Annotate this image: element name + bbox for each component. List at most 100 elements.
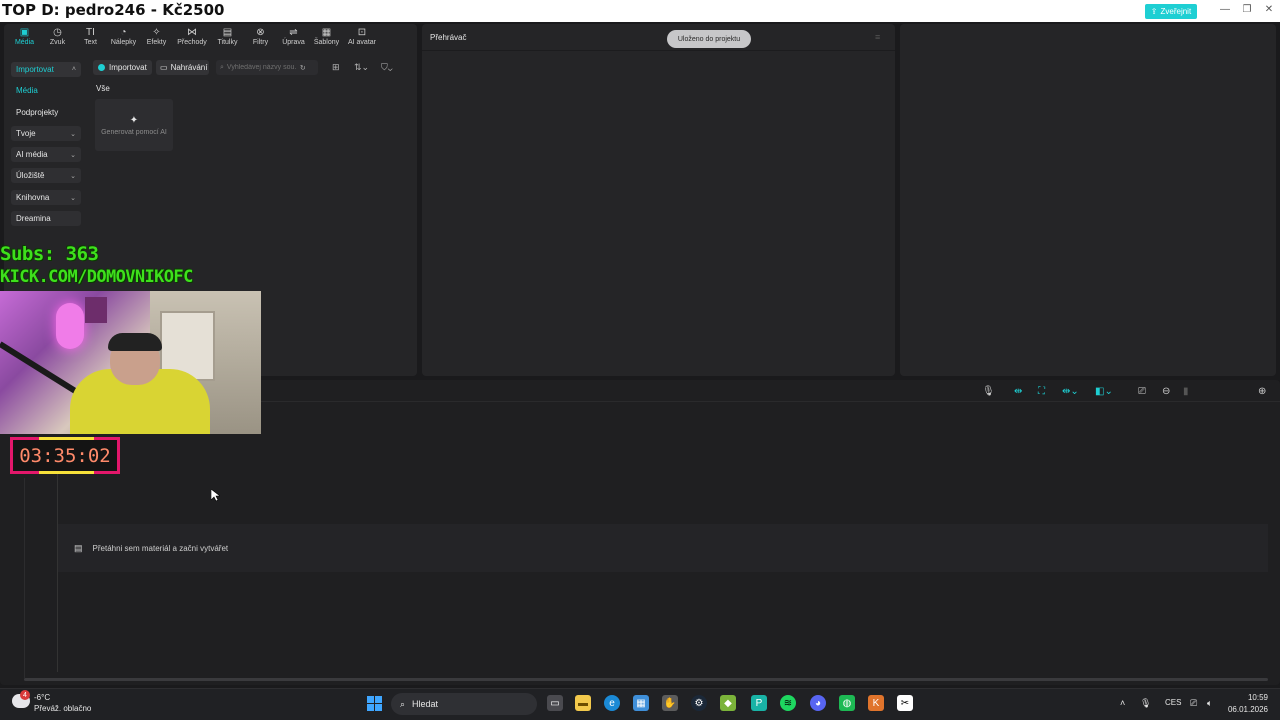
microphone-tray-icon[interactable]: 🎙︎ xyxy=(1140,698,1151,709)
search-icon: ⌕ xyxy=(220,63,224,71)
temperature-label: -6°C xyxy=(34,693,51,702)
tab-text[interactable]: TI Text xyxy=(74,27,107,51)
chevron-down-icon: ⌄ xyxy=(70,194,76,202)
snap-icon[interactable]: ⇹⌄ xyxy=(1062,386,1079,397)
link-icon[interactable]: ⇹ xyxy=(1014,386,1022,397)
film-icon: ▤ xyxy=(74,543,83,553)
tab-media[interactable]: ▣ Média xyxy=(8,27,41,51)
tab-templates[interactable]: ▦ Šablony xyxy=(310,27,343,51)
clock-date[interactable]: 06.01.2026 xyxy=(1222,705,1268,714)
app-icon-2[interactable]: P xyxy=(751,695,767,711)
split-icon[interactable]: ◧⌄ xyxy=(1095,386,1113,397)
store-icon[interactable]: ▦ xyxy=(633,695,649,711)
camera-icon: ▭ xyxy=(160,63,168,72)
sidebar-item-media[interactable]: Média xyxy=(11,83,81,98)
kick-channel-overlay: KICK.COM/DOMOVNIKOFC xyxy=(0,267,193,287)
media-search[interactable]: ⌕ ↻ xyxy=(216,60,318,75)
sparkle-icon: ✦ xyxy=(129,114,139,126)
tab-transitions[interactable]: ⋈ Přechody xyxy=(173,27,211,51)
mouse-cursor-icon xyxy=(211,489,220,502)
search-input[interactable] xyxy=(226,64,297,71)
weather-description: Převáž. oblačno xyxy=(34,704,92,713)
clock-time[interactable]: 10:59 xyxy=(1228,693,1268,702)
restore-icon[interactable]: ❐ xyxy=(1240,4,1254,15)
chevron-down-icon: ⌄ xyxy=(70,172,76,180)
language-indicator[interactable]: CES xyxy=(1165,698,1181,707)
import-icon xyxy=(98,64,105,71)
windows-start-icon[interactable] xyxy=(367,696,382,711)
tab-stickers[interactable]: ◔ Nálepky xyxy=(107,27,140,51)
microphone-icon[interactable]: 🎙︎ xyxy=(982,386,995,397)
import-button[interactable]: Importovat xyxy=(93,60,152,75)
subs-counter-overlay: Subs: 363 xyxy=(0,243,99,265)
chevron-down-icon: ⌄ xyxy=(70,130,76,138)
stickers-icon: ◔ xyxy=(120,27,127,38)
timeline-gutter xyxy=(24,478,25,678)
discord-icon[interactable]: ◕ xyxy=(810,695,826,711)
taskbar-search[interactable]: ⌕ Hledat xyxy=(391,693,537,715)
sidebar-item-import[interactable]: Importovat ˄ xyxy=(11,62,81,77)
filter-icon[interactable]: ⛉⌄ xyxy=(381,62,393,73)
tab-effects[interactable]: ✧ Efekty xyxy=(140,27,173,51)
magnet-icon[interactable]: ⛶ xyxy=(1038,386,1045,397)
media-icon: ▣ xyxy=(19,27,30,38)
tray-expand-icon[interactable]: ˄ xyxy=(1120,698,1125,708)
publish-button[interactable]: ⇪ Zveřejnit xyxy=(1145,4,1197,19)
ai-avatar-icon: ⊡ xyxy=(357,27,367,38)
app-icon-4[interactable]: K xyxy=(868,695,884,711)
main-track-dropzone[interactable] xyxy=(58,524,1268,572)
sidebar-item-ai-media[interactable]: AI média ⌄ xyxy=(11,147,81,162)
refresh-icon[interactable]: ↻ xyxy=(300,64,306,72)
sidebar-item-storage[interactable]: Úložiště ⌄ xyxy=(11,168,81,183)
zoom-in-icon[interactable]: ⊕ xyxy=(1258,386,1266,397)
sidebar-item-library[interactable]: Knihovna ⌄ xyxy=(11,190,81,205)
capcut-icon[interactable]: ✂ xyxy=(897,695,913,711)
steam-icon[interactable]: ⚙ xyxy=(691,695,707,711)
weather-badge: 4 xyxy=(20,690,30,700)
tab-adjust[interactable]: ⇌ Úprava xyxy=(277,27,310,51)
menu-icon[interactable]: ≡ xyxy=(875,32,880,42)
stream-title-overlay: TOP D: pedro246 - Kč2500 xyxy=(2,1,225,19)
generate-ai-card[interactable]: ✦ Generovat pomocí AI xyxy=(95,99,173,151)
tab-ai-avatar[interactable]: ⊡ AI avatar xyxy=(343,27,381,51)
drop-hint: ▤ Přetáhni sem materiál a začni vytvářet xyxy=(74,543,229,553)
sidebar-item-dreamina[interactable]: Dreamina xyxy=(11,211,81,226)
transitions-icon: ⋈ xyxy=(187,27,197,38)
templates-icon: ▦ xyxy=(321,27,332,38)
title-bar: TOP D: pedro246 - Kč2500 ⇪ Zveřejnit — ❐… xyxy=(0,0,1280,22)
text-icon: TI xyxy=(86,27,95,38)
grid-view-icon[interactable]: ⊞ xyxy=(332,62,340,73)
preview-icon[interactable]: ⎚ xyxy=(1138,386,1146,397)
section-all-label: Vše xyxy=(96,84,110,93)
minecraft-icon[interactable]: ◆ xyxy=(720,695,736,711)
volume-icon[interactable]: 🔈︎ xyxy=(1207,698,1212,709)
zoom-out-icon[interactable]: ⊖ xyxy=(1162,386,1170,397)
edge-icon[interactable]: e xyxy=(604,695,620,711)
zoom-slider-icon[interactable]: ▮ xyxy=(1183,386,1189,397)
app-icon[interactable]: ✋ xyxy=(662,695,678,711)
timeline-scrollbar[interactable] xyxy=(24,678,1268,681)
sidebar-item-subprojects[interactable]: Podprojekty xyxy=(11,105,81,120)
effects-icon: ✧ xyxy=(152,27,161,38)
spotify-icon[interactable]: ≋ xyxy=(780,695,796,711)
properties-panel xyxy=(900,24,1276,376)
close-icon[interactable]: ✕ xyxy=(1262,4,1276,15)
upload-icon: ⇪ xyxy=(1150,7,1158,16)
player-divider xyxy=(422,50,895,51)
audio-icon: ◷ xyxy=(53,27,62,38)
tab-filters[interactable]: ⊗ Filtry xyxy=(244,27,277,51)
tab-captions[interactable]: ▤ Titulky xyxy=(211,27,244,51)
app-icon-3[interactable]: ◍ xyxy=(839,695,855,711)
task-view-icon[interactable]: ▭ xyxy=(547,695,563,711)
network-icon[interactable]: ⎚ xyxy=(1190,698,1197,709)
sidebar-item-yours[interactable]: Tvoje ⌄ xyxy=(11,126,81,141)
file-explorer-icon[interactable]: ▬ xyxy=(575,695,591,711)
player-panel xyxy=(422,24,895,376)
adjust-icon: ⇌ xyxy=(289,27,298,38)
filters-icon: ⊗ xyxy=(256,27,265,38)
record-button[interactable]: ▭ Nahrávání xyxy=(156,60,209,75)
minimize-icon[interactable]: — xyxy=(1218,4,1232,15)
tab-audio[interactable]: ◷ Zvuk xyxy=(41,27,74,51)
sort-icon[interactable]: ⇅⌄ xyxy=(354,62,369,73)
captions-icon: ▤ xyxy=(222,27,233,38)
